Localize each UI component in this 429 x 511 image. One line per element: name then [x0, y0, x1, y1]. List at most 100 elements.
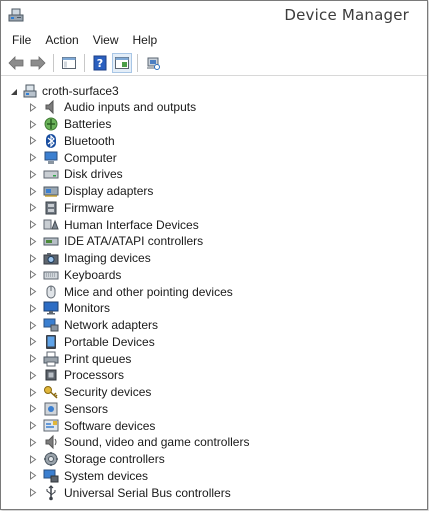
tree-root[interactable]: croth-surface3 — [1, 82, 427, 99]
forward-button[interactable] — [28, 53, 48, 73]
menu-view[interactable]: View — [86, 30, 126, 50]
tree-item-label: Human Interface Devices — [64, 217, 199, 232]
tree-item-label: Display adapters — [64, 184, 154, 199]
expand-icon[interactable] — [28, 169, 38, 179]
tree-item-bluetooth[interactable]: Bluetooth — [1, 133, 427, 150]
tree-item-processor[interactable]: Processors — [1, 367, 427, 384]
tree-item-portable-device[interactable]: Portable Devices — [1, 334, 427, 351]
tree-item-label: Bluetooth — [64, 133, 115, 148]
tree-item-battery[interactable]: Batteries — [1, 116, 427, 133]
root-label: croth-surface3 — [42, 83, 119, 98]
tree-item-storage-controller[interactable]: Storage controllers — [1, 451, 427, 468]
back-button[interactable] — [6, 53, 26, 73]
expand-icon[interactable] — [28, 270, 38, 280]
expand-icon[interactable] — [28, 236, 38, 246]
menu-help[interactable]: Help — [126, 30, 165, 50]
menu-bar: File Action View Help — [1, 30, 427, 50]
tree-item-label: Audio inputs and outputs — [64, 100, 197, 115]
hid-icon — [43, 217, 59, 232]
tree-item-disk-drive[interactable]: Disk drives — [1, 166, 427, 183]
scan-hardware-icon — [147, 57, 160, 70]
sensor-icon — [43, 401, 59, 416]
tree-item-display-adapter[interactable]: Display adapters — [1, 183, 427, 200]
tree-item-ide-controller[interactable]: IDE ATA/ATAPI controllers — [1, 233, 427, 250]
usb-icon — [43, 484, 59, 500]
display-adapter-icon — [43, 184, 59, 199]
menu-action[interactable]: Action — [38, 30, 85, 50]
tree-item-label: Sensors — [64, 401, 109, 416]
help-icon: ? — [93, 55, 107, 70]
monitor-icon — [43, 301, 59, 316]
tree-item-sensor[interactable]: Sensors — [1, 401, 427, 418]
tree-item-hid[interactable]: Human Interface Devices — [1, 216, 427, 233]
toolbar-separator — [84, 53, 85, 72]
collapse-icon[interactable] — [9, 86, 19, 96]
tree-item-label: Keyboards — [64, 267, 122, 282]
properties-button[interactable] — [112, 52, 132, 73]
expand-icon[interactable] — [28, 387, 38, 397]
expand-icon[interactable] — [28, 404, 38, 414]
expand-icon[interactable] — [28, 102, 38, 112]
tree-item-network-adapter[interactable]: Network adapters — [1, 317, 427, 334]
expand-icon[interactable] — [28, 421, 38, 431]
show-hide-console-tree-button[interactable] — [59, 53, 79, 73]
tree-item-software-device[interactable]: Software devices — [1, 417, 427, 434]
tree-item-label: Storage controllers — [64, 452, 165, 467]
tree-item-sound-controller[interactable]: Sound, video and game controllers — [1, 434, 427, 451]
menu-file[interactable]: File — [5, 30, 38, 50]
tree-item-label: Universal Serial Bus controllers — [64, 485, 231, 500]
tree-item-keyboard[interactable]: Keyboards — [1, 267, 427, 284]
forward-arrow-icon — [30, 55, 46, 70]
expand-icon[interactable] — [28, 186, 38, 196]
tree-item-label: Security devices — [64, 385, 152, 400]
scan-for-hardware-changes-button[interactable] — [143, 53, 163, 73]
sound-controller-icon — [43, 435, 59, 450]
tree-item-security-key[interactable]: Security devices — [1, 384, 427, 401]
expand-icon[interactable] — [28, 119, 38, 129]
back-arrow-icon — [8, 55, 24, 70]
expand-icon[interactable] — [28, 337, 38, 347]
camera-icon — [43, 251, 59, 266]
help-button[interactable]: ? — [90, 53, 110, 73]
tree-item-label: Computer — [64, 150, 117, 165]
expand-icon[interactable] — [28, 253, 38, 263]
tree-item-monitor[interactable]: Monitors — [1, 300, 427, 317]
keyboard-icon — [43, 267, 59, 282]
tree-item-system-device[interactable]: System devices — [1, 468, 427, 485]
speaker-icon — [43, 100, 59, 115]
expand-icon[interactable] — [28, 488, 38, 498]
expand-icon[interactable] — [28, 354, 38, 364]
expand-icon[interactable] — [28, 203, 38, 213]
tree-item-label: Print queues — [64, 351, 132, 366]
tree-item-label: Batteries — [64, 117, 112, 132]
expand-icon[interactable] — [28, 136, 38, 146]
expand-icon[interactable] — [28, 220, 38, 230]
tree-item-speaker[interactable]: Audio inputs and outputs — [1, 99, 427, 116]
window-title: Device Manager — [284, 6, 409, 24]
tree-item-mouse[interactable]: Mice and other pointing devices — [1, 283, 427, 300]
title-bar[interactable]: Device Manager — [1, 1, 427, 30]
computer-root-icon — [22, 83, 38, 99]
storage-controller-icon — [43, 452, 59, 467]
tree-item-printer[interactable]: Print queues — [1, 350, 427, 367]
tree-item-label: Software devices — [64, 418, 156, 433]
tree-item-usb[interactable]: Universal Serial Bus controllers — [1, 484, 427, 501]
tree-item-firmware[interactable]: Firmware — [1, 200, 427, 217]
expand-icon[interactable] — [28, 454, 38, 464]
tree-item-computer[interactable]: Computer — [1, 149, 427, 166]
expand-icon[interactable] — [28, 471, 38, 481]
printer-icon — [43, 351, 59, 367]
toolbar-separator — [137, 53, 138, 72]
disk-drive-icon — [43, 167, 59, 182]
network-adapter-icon — [43, 318, 59, 333]
expand-icon[interactable] — [28, 370, 38, 380]
tree-item-camera[interactable]: Imaging devices — [1, 250, 427, 267]
expand-icon[interactable] — [28, 153, 38, 163]
device-manager-window: Device Manager File Action View Help ? c… — [0, 0, 428, 510]
expand-icon[interactable] — [28, 303, 38, 313]
tree-item-label: Sound, video and game controllers — [64, 435, 250, 450]
expand-icon[interactable] — [28, 437, 38, 447]
expand-icon[interactable] — [28, 287, 38, 297]
console-tree-icon — [62, 56, 76, 69]
expand-icon[interactable] — [28, 320, 38, 330]
